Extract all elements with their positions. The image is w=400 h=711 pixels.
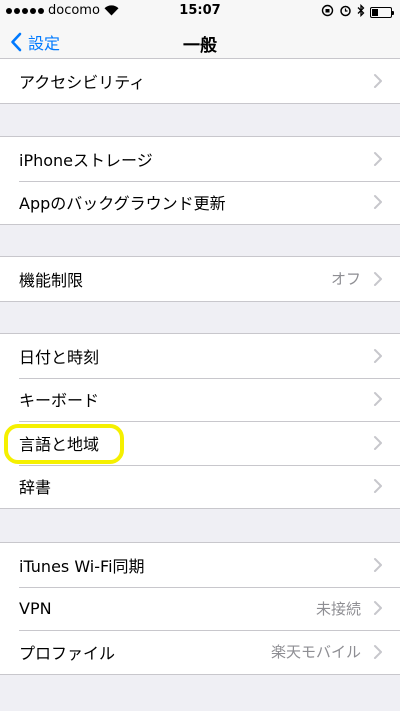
chevron-right-icon [374, 479, 382, 494]
status-bar: docomo 15:07 [0, 0, 400, 22]
wifi-icon [104, 5, 119, 16]
chevron-right-icon [374, 151, 382, 166]
row-keyboard[interactable]: キーボード [0, 377, 400, 422]
row-label: 機能制限 [19, 270, 84, 290]
row-label: VPN [19, 598, 52, 618]
chevron-left-icon [11, 32, 22, 52]
row-value: 楽天モバイル [270, 643, 361, 662]
chevron-right-icon [374, 392, 382, 407]
chevron-right-icon [374, 73, 382, 88]
signal-strength-icon [6, 7, 44, 14]
row-value: オフ [330, 270, 361, 289]
row-label: iPhoneストレージ [19, 150, 153, 170]
row-label: 言語と地域 [19, 434, 100, 454]
navigation-bar: 設定 一般 [0, 22, 400, 62]
row-accessibility[interactable]: アクセシビリティ [0, 59, 400, 103]
row-label: 日付と時刻 [19, 347, 100, 367]
alarm-icon [339, 4, 352, 21]
status-left: docomo [6, 3, 119, 18]
row-profile[interactable]: プロファイル 楽天モバイル [0, 630, 400, 674]
status-right [321, 3, 394, 21]
chevron-right-icon [374, 271, 382, 286]
orientation-lock-icon [321, 4, 334, 21]
row-itunes-wifi-sync[interactable]: iTunes Wi-Fi同期 [0, 543, 400, 587]
chevron-right-icon [374, 435, 382, 450]
chevron-right-icon [374, 557, 382, 572]
chevron-right-icon [374, 601, 382, 616]
settings-group-storage: iPhoneストレージ Appのバックグラウンド更新 [0, 136, 400, 225]
battery-icon [370, 7, 394, 18]
row-label: プロファイル [19, 643, 116, 663]
row-label: アクセシビリティ [19, 72, 146, 92]
row-date-time[interactable]: 日付と時刻 [0, 334, 400, 378]
chevron-right-icon [374, 348, 382, 363]
row-dictionary[interactable]: 辞書 [0, 464, 400, 509]
row-value: 未接続 [315, 599, 361, 618]
settings-group-restrictions: 機能制限 オフ [0, 256, 400, 302]
row-label: iTunes Wi-Fi同期 [19, 556, 145, 576]
row-label: キーボード [19, 391, 100, 411]
row-language-region[interactable]: 言語と地域 [0, 421, 400, 465]
row-restrictions[interactable]: 機能制限 オフ [0, 257, 400, 301]
row-background-app-refresh[interactable]: Appのバックグラウンド更新 [0, 180, 400, 225]
settings-group-sync-vpn: iTunes Wi-Fi同期 VPN 未接続 プロファイル 楽天モバイル [0, 542, 400, 675]
settings-group-accessibility: アクセシビリティ [0, 58, 400, 104]
row-vpn[interactable]: VPN 未接続 [0, 586, 400, 631]
back-button[interactable]: 設定 [10, 30, 60, 54]
row-label: 辞書 [19, 478, 52, 498]
settings-group-date-keyboard: 日付と時刻 キーボード 言語と地域 辞書 [0, 333, 400, 509]
bluetooth-icon [357, 3, 365, 21]
chevron-right-icon [374, 644, 382, 659]
row-label: Appのバックグラウンド更新 [19, 194, 226, 214]
chevron-right-icon [374, 195, 382, 210]
row-iphone-storage[interactable]: iPhoneストレージ [0, 137, 400, 181]
carrier-label: docomo [48, 3, 100, 18]
back-button-label: 設定 [28, 34, 61, 53]
